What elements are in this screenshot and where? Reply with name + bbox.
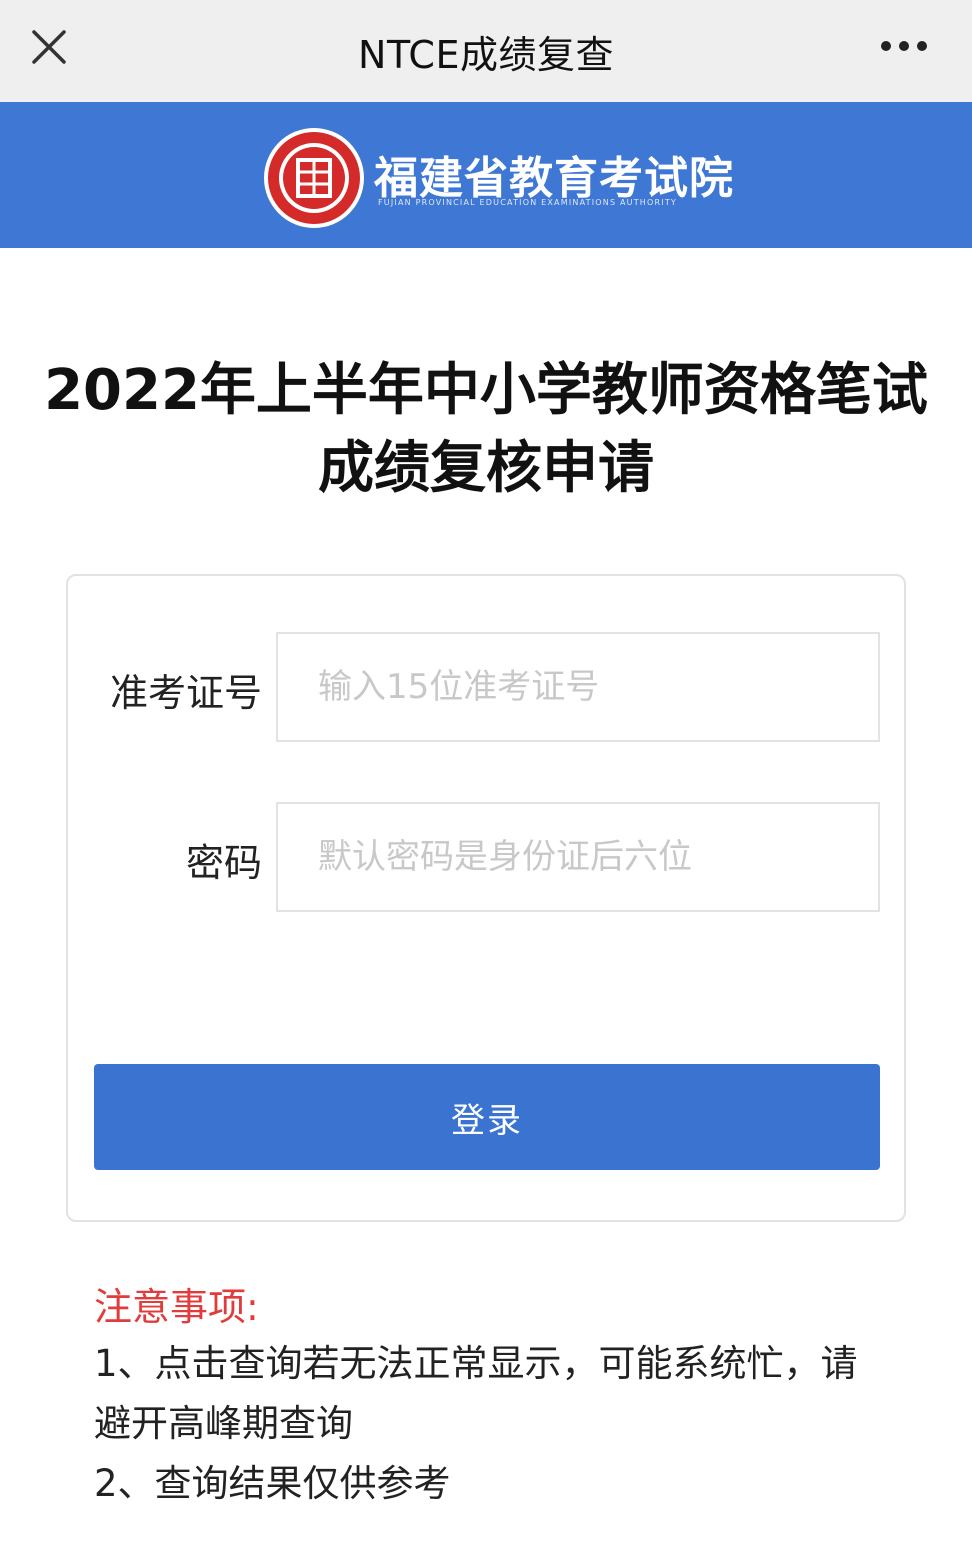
login-button[interactable]: 登录 bbox=[94, 1064, 880, 1170]
login-form: 准考证号 密码 登录 bbox=[66, 574, 906, 1222]
window-title: NTCE成绩复查 bbox=[358, 33, 614, 77]
org-name: 福建省教育考试院 bbox=[374, 153, 734, 204]
org-seal-logo bbox=[262, 126, 366, 230]
more-dots-icon[interactable] bbox=[868, 26, 940, 66]
notice-title: 注意事项: bbox=[94, 1285, 259, 1329]
ticket-number-input[interactable] bbox=[276, 632, 880, 742]
org-name-english: FUJIAN PROVINCIAL EDUCATION EXAMINATIONS… bbox=[378, 198, 677, 207]
header-banner: 福建省教育考试院 FUJIAN PROVINCIAL EDUCATION EXA… bbox=[0, 102, 972, 248]
ticket-number-label: 准考证号 bbox=[109, 671, 262, 715]
title-bar: NTCE成绩复查 bbox=[0, 0, 972, 102]
password-label: 密码 bbox=[185, 841, 262, 885]
page-title: 2022年上半年中小学教师资格笔试成绩复核申请 bbox=[44, 358, 928, 501]
notice-item-2: 2、查询结果仅供参考 bbox=[94, 1462, 451, 1505]
notice-item-1: 1、点击查询若无法正常显示，可能系统忙，请避开高峰期查询 bbox=[94, 1342, 858, 1445]
password-input[interactable] bbox=[276, 802, 880, 912]
